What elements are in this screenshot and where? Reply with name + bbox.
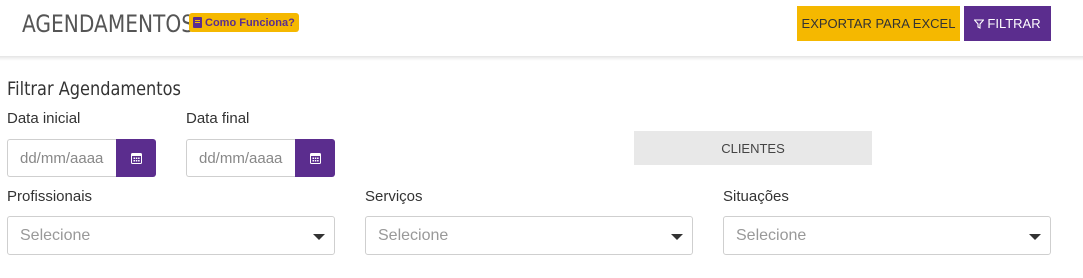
filter-section-title: Filtrar Agendamentos (7, 78, 181, 100)
calendar-icon (309, 153, 321, 164)
statuses-label: Situações (723, 188, 789, 205)
end-date-label: Data final (186, 110, 250, 127)
professionals-label: Profissionais (7, 188, 93, 205)
page-title: AGENDAMENTOS (22, 10, 195, 38)
export-excel-button[interactable]: EXPORTAR PARA EXCEL (797, 6, 960, 41)
calendar-icon (130, 153, 142, 164)
how-it-works-label: Como Funciona? (205, 16, 295, 29)
start-date-label: Data inicial (7, 110, 81, 127)
start-date-input[interactable] (7, 139, 116, 177)
end-date-input[interactable] (186, 139, 295, 177)
end-date-calendar-button[interactable] (295, 139, 335, 177)
top-header: AGENDAMENTOS Como Funciona? EXPORTAR PAR… (0, 0, 1083, 56)
tab-clientes[interactable]: CLIENTES (634, 131, 872, 165)
end-date-group (186, 139, 335, 177)
filter-button[interactable]: FILTRAR (964, 6, 1051, 41)
statuses-select-value: Selecione (736, 227, 807, 244)
filter-button-label: FILTRAR (987, 16, 1041, 31)
services-label: Serviços (365, 188, 423, 205)
book-icon (193, 17, 202, 28)
how-it-works-badge[interactable]: Como Funciona? (189, 13, 299, 32)
statuses-select[interactable]: Selecione (723, 216, 1051, 255)
caret-down-icon (1029, 234, 1041, 240)
start-date-group (7, 139, 156, 177)
caret-down-icon (671, 234, 683, 240)
professionals-select-value: Selecione (20, 227, 91, 244)
caret-down-icon (313, 234, 325, 240)
services-select[interactable]: Selecione (365, 216, 693, 255)
professionals-select[interactable]: Selecione (7, 216, 335, 255)
header-divider (0, 56, 1083, 61)
services-select-value: Selecione (378, 227, 449, 244)
start-date-calendar-button[interactable] (116, 139, 156, 177)
funnel-icon (974, 18, 985, 29)
